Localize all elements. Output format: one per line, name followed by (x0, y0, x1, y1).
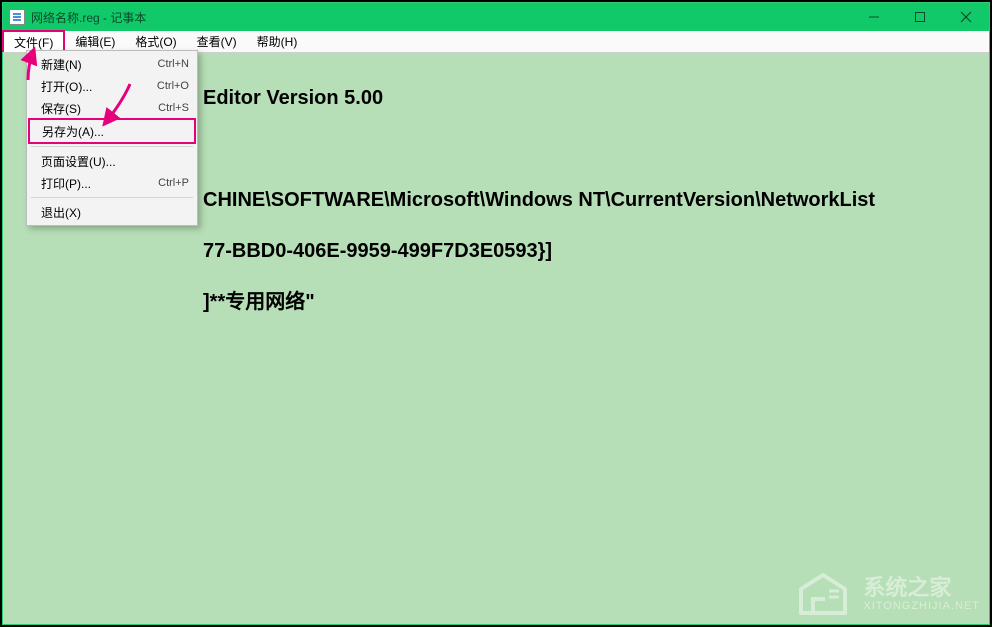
menu-item-exit[interactable]: 退出(X) (29, 201, 195, 223)
menu-edit[interactable]: 编辑(E) (65, 31, 125, 52)
menu-item-print[interactable]: 打印(P)... Ctrl+P (29, 172, 195, 194)
menu-format[interactable]: 格式(O) (125, 31, 186, 52)
menu-separator (31, 146, 193, 147)
menu-item-save[interactable]: 保存(S) Ctrl+S (29, 97, 195, 119)
minimize-button[interactable] (851, 3, 897, 31)
menu-help[interactable]: 帮助(H) (247, 31, 308, 52)
menu-item-page-setup[interactable]: 页面设置(U)... (29, 150, 195, 172)
menu-separator (31, 197, 193, 198)
menu-item-open[interactable]: 打开(O)... Ctrl+O (29, 75, 195, 97)
file-menu-dropdown: 新建(N) Ctrl+N 打开(O)... Ctrl+O 保存(S) Ctrl+… (26, 50, 198, 226)
title-bar: 网络名称.reg - 记事本 (3, 3, 989, 31)
menu-file[interactable]: 文件(F) (2, 30, 65, 52)
menu-view[interactable]: 查看(V) (187, 31, 247, 52)
menu-item-new[interactable]: 新建(N) Ctrl+N (29, 53, 195, 75)
content-line-4: ]**专用网络" (13, 288, 979, 316)
menu-item-save-as[interactable]: 另存为(A)... (28, 118, 196, 144)
content-line-3: 77-BBD0-406E-9959-499F7D3E0593}] (13, 237, 979, 265)
close-button[interactable] (943, 3, 989, 31)
window-controls (851, 3, 989, 31)
maximize-button[interactable] (897, 3, 943, 31)
window-title: 网络名称.reg - 记事本 (31, 9, 146, 26)
notepad-icon (9, 9, 25, 25)
